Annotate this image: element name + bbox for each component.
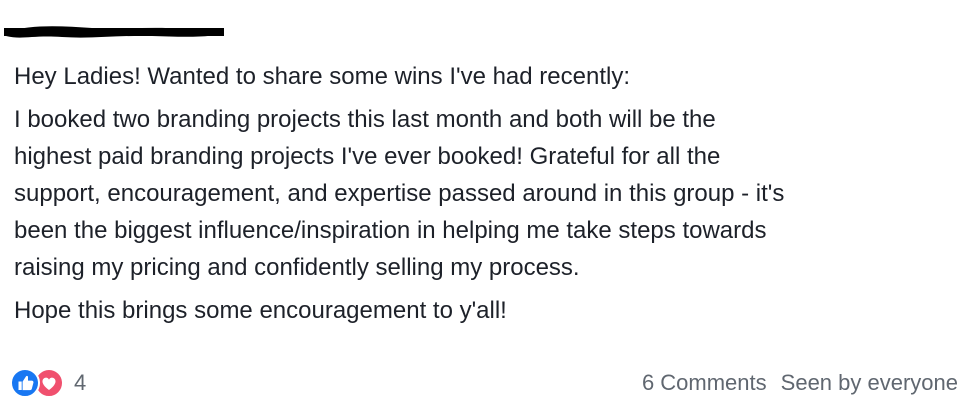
post-line: raising my pricing and confidently selli… <box>14 254 580 281</box>
like-icon <box>10 368 40 398</box>
post-closing: Hope this brings some encouragement to y… <box>14 297 507 324</box>
post-meta-links: 6 Comments Seen by everyone <box>642 368 958 398</box>
group-post: Hey Ladies! Wanted to share some wins I'… <box>0 0 972 416</box>
post-main-paragraph: I booked two branding projects this last… <box>14 101 964 286</box>
post-line: support, encouragement, and expertise pa… <box>14 180 785 207</box>
comments-link[interactable]: 6 Comments <box>642 368 767 398</box>
reactions-summary[interactable]: 4 <box>10 368 86 398</box>
post-line: highest paid branding projects I've ever… <box>14 143 721 170</box>
post-greeting: Hey Ladies! Wanted to share some wins I'… <box>14 63 630 90</box>
author-name-redaction <box>4 26 224 38</box>
reaction-count: 4 <box>74 370 87 395</box>
post-footer: 4 6 Comments Seen by everyone <box>0 364 972 402</box>
post-body: Hey Ladies! Wanted to share some wins I'… <box>14 58 964 329</box>
seen-by-link[interactable]: Seen by everyone <box>781 368 958 398</box>
post-line: I booked two branding projects this last… <box>14 106 716 133</box>
post-line: been the biggest influence/inspiration i… <box>14 217 767 244</box>
